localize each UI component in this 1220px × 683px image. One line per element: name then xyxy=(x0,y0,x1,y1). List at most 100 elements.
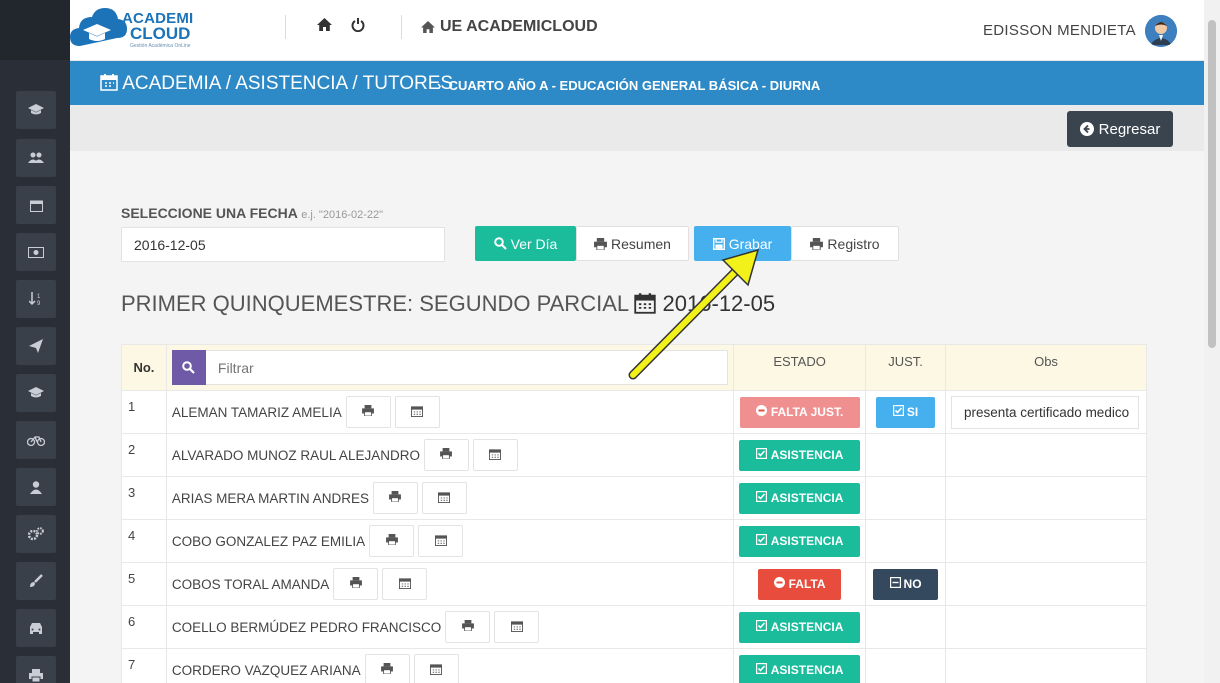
just-no-button[interactable]: NO xyxy=(873,568,939,600)
home-icon[interactable] xyxy=(317,18,332,35)
filter-input[interactable] xyxy=(205,350,729,385)
print-button[interactable] xyxy=(372,482,418,514)
student-cell: CORDERO VAZQUEZ ARIANA xyxy=(165,648,735,683)
calendar-button[interactable] xyxy=(382,568,428,600)
calendar-icon[interactable] xyxy=(16,186,56,224)
estado-label: ASISTENCIA xyxy=(770,491,844,505)
calendar-button[interactable] xyxy=(421,482,467,514)
ver-dia-label: Ver Día xyxy=(510,235,558,252)
grabar-button[interactable]: Grabar xyxy=(694,226,791,261)
estado-button[interactable]: ASISTENCIA xyxy=(739,611,861,643)
estado-cell: ASISTENCIA xyxy=(733,605,867,649)
row-number: 2 xyxy=(121,433,167,477)
svg-text:1: 1 xyxy=(37,294,41,300)
print-button[interactable] xyxy=(364,654,410,683)
calendar-icon xyxy=(634,293,657,314)
estado-button[interactable]: ASISTENCIA xyxy=(739,439,861,471)
attendance-table: No. ESTADO JUST. Obs 1 ALEMAN TAMARIZ AM… xyxy=(121,344,1147,683)
print-button[interactable] xyxy=(369,525,415,557)
breadcrumb: ACADEMIA / ASISTENCIA / TUTORES xyxy=(100,73,453,95)
users-icon[interactable] xyxy=(16,139,56,177)
just-si-button[interactable]: SI xyxy=(876,396,936,428)
table-row: 7 CORDERO VAZQUEZ ARIANA ASISTENCIA xyxy=(121,648,1147,683)
minus-circle-icon xyxy=(773,577,785,591)
date-label-text: SELECCIONE UNA FECHA xyxy=(121,205,298,221)
user-icon[interactable] xyxy=(16,468,56,506)
bicycle-icon[interactable] xyxy=(16,421,56,459)
date-input[interactable] xyxy=(121,227,445,262)
student-name: ALVARADO MUNOZ RAUL ALEJANDRO xyxy=(171,447,420,463)
estado-button[interactable]: FALTA JUST. xyxy=(739,396,860,428)
calendar-button[interactable] xyxy=(418,525,464,557)
calendar-button[interactable] xyxy=(413,654,459,683)
sidebar-top xyxy=(0,0,70,60)
calendar-icon xyxy=(434,534,447,549)
estado-button[interactable]: ASISTENCIA xyxy=(739,654,861,683)
registro-button[interactable]: Registro xyxy=(791,226,899,261)
estado-label: ASISTENCIA xyxy=(770,534,844,548)
estado-button[interactable]: ASISTENCIA xyxy=(739,525,861,557)
print-icon xyxy=(389,491,402,505)
header-no: No. xyxy=(121,344,167,391)
print-button[interactable] xyxy=(423,439,469,471)
brush-icon[interactable] xyxy=(16,562,56,600)
obs-cell xyxy=(945,605,1147,649)
estado-cell: ASISTENCIA xyxy=(733,433,867,477)
search-icon xyxy=(493,237,507,250)
action-bar: Regresar xyxy=(70,105,1204,151)
student-name-group: ALEMAN TAMARIZ AMELIA xyxy=(172,396,733,428)
estado-button[interactable]: FALTA xyxy=(758,568,842,600)
obs-input[interactable] xyxy=(951,395,1139,429)
student-name: COBO GONZALEZ PAZ EMILIA xyxy=(171,533,366,549)
calendar-icon xyxy=(510,620,523,635)
car-icon[interactable] xyxy=(16,609,56,647)
graduation-cap-icon[interactable] xyxy=(16,374,56,412)
sort-icon[interactable]: 19 xyxy=(16,280,56,318)
print-icon xyxy=(810,237,824,250)
student-name-group: CORDERO VAZQUEZ ARIANA xyxy=(172,654,733,683)
calendar-icon xyxy=(438,491,451,506)
power-icon[interactable] xyxy=(351,18,365,36)
sidebar: 19 xyxy=(0,0,70,683)
grabar-label: Grabar xyxy=(728,235,773,252)
estado-cell: FALTA xyxy=(733,562,867,606)
resumen-label: Resumen xyxy=(611,235,671,252)
calendar-button[interactable] xyxy=(394,396,440,428)
avatar[interactable] xyxy=(1145,15,1177,47)
calendar-button[interactable] xyxy=(472,439,518,471)
estado-button[interactable]: ASISTENCIA xyxy=(739,482,861,514)
back-button[interactable]: Regresar xyxy=(1067,111,1173,147)
money-icon[interactable] xyxy=(16,233,56,271)
check-square-icon xyxy=(755,663,767,677)
calendar-icon xyxy=(430,663,443,678)
print-button[interactable] xyxy=(445,611,491,643)
svg-text:9: 9 xyxy=(37,301,41,306)
academicloud-logo[interactable]: ACADEMI CLOUD Gestión Académica OnLine xyxy=(70,6,195,52)
cogs-icon[interactable] xyxy=(16,515,56,553)
calendar-icon xyxy=(100,74,118,91)
page-scrollbar[interactable] xyxy=(1204,0,1220,683)
resumen-button[interactable]: Resumen xyxy=(576,226,689,261)
graduation-cap-icon[interactable] xyxy=(16,91,56,129)
print-button[interactable] xyxy=(333,568,379,600)
period-date: 2016-12-05 xyxy=(662,291,776,316)
user-name[interactable]: EDISSON MENDIETA xyxy=(983,22,1136,39)
paper-plane-icon[interactable] xyxy=(16,327,56,365)
search-icon[interactable] xyxy=(171,350,206,385)
estado-label: FALTA xyxy=(788,577,826,591)
student-name: ALEMAN TAMARIZ AMELIA xyxy=(171,404,342,420)
breadcrumb-text: ACADEMIA / ASISTENCIA / TUTORES xyxy=(122,73,454,94)
row-number: 1 xyxy=(121,390,167,434)
print-icon[interactable] xyxy=(16,656,56,683)
ver-dia-button[interactable]: Ver Día xyxy=(475,226,576,261)
scrollbar-thumb[interactable] xyxy=(1208,20,1216,348)
table-row: 6 COELLO BERMÚDEZ PEDRO FRANCISCO ASISTE… xyxy=(121,605,1147,649)
print-icon xyxy=(381,663,394,677)
student-name-group: COELLO BERMÚDEZ PEDRO FRANCISCO xyxy=(172,611,733,643)
estado-label: ASISTENCIA xyxy=(770,448,844,462)
calendar-button[interactable] xyxy=(494,611,540,643)
print-button[interactable] xyxy=(345,396,391,428)
print-icon xyxy=(461,620,474,634)
home-icon xyxy=(421,20,435,37)
student-name-group: ALVARADO MUNOZ RAUL ALEJANDRO xyxy=(172,439,733,471)
